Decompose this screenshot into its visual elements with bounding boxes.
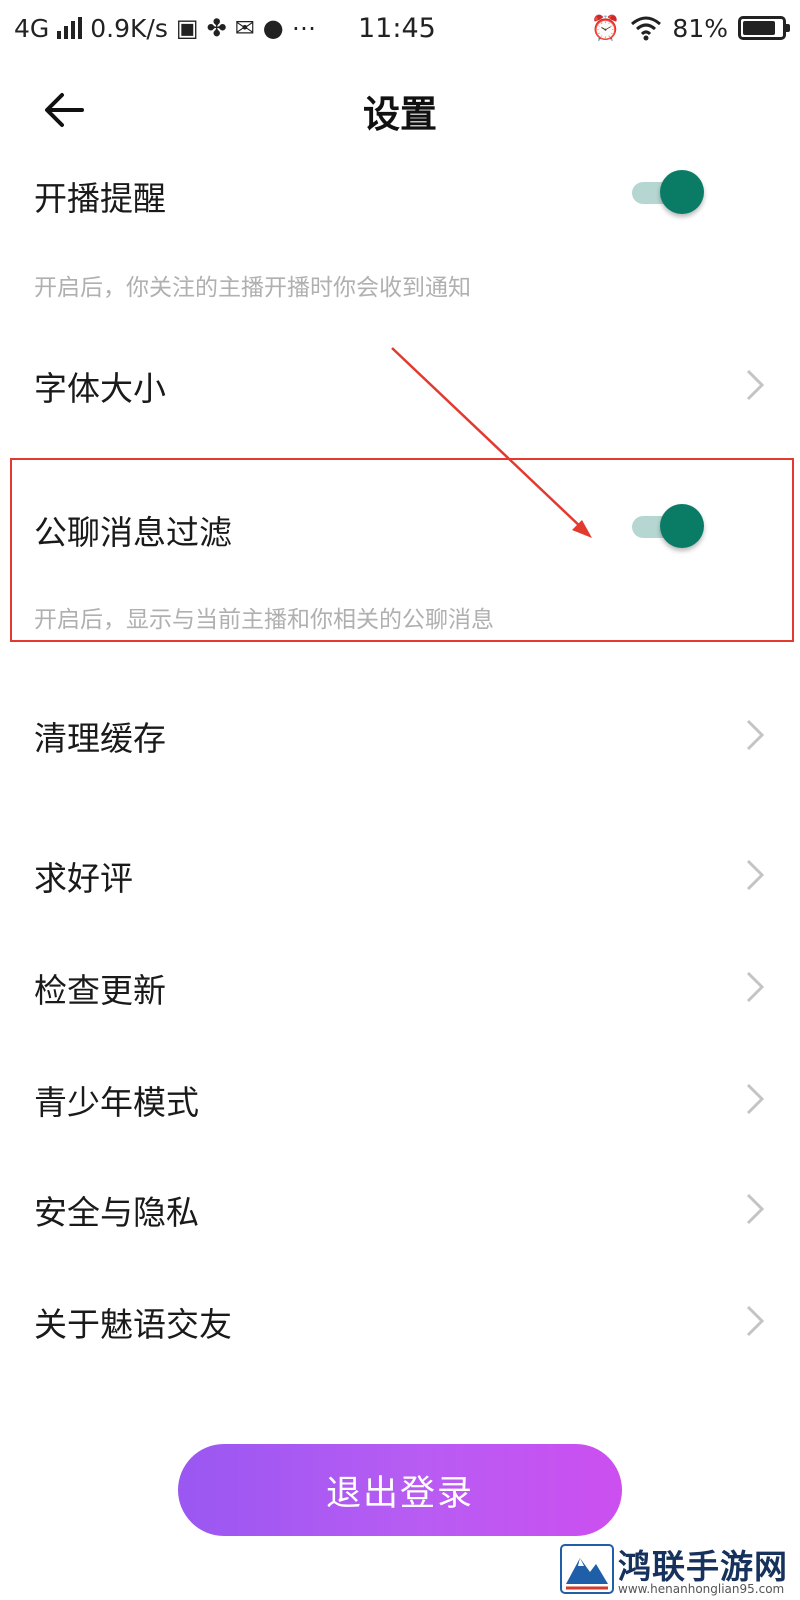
check-update-label: 检查更新 — [34, 971, 166, 1010]
network-type: 4G — [14, 13, 50, 43]
rate-us-label: 求好评 — [34, 859, 133, 898]
app-notification-icon: ▣ — [175, 14, 199, 42]
chevron-right-icon — [740, 855, 770, 895]
setting-font-size[interactable]: 字体大小 — [0, 340, 800, 430]
battery-icon — [738, 16, 790, 40]
planet-icon: ● — [262, 14, 284, 42]
wifi-icon — [631, 16, 662, 41]
header: 设置 — [0, 60, 800, 160]
signal-icon — [57, 17, 83, 39]
setting-live-reminder: 开播提醒 开启后，你关注的主播开播时你会收到通知 — [0, 160, 800, 310]
setting-about[interactable]: 关于魅语交友 — [0, 1276, 800, 1366]
message-icon: ✉ — [234, 14, 255, 42]
setting-clear-cache[interactable]: 清理缓存 — [0, 690, 800, 780]
status-bar-left: 4G 0.9K/s ▣ ✤ ✉ ● ⋯ — [14, 10, 316, 46]
battery-fill — [743, 21, 776, 35]
chevron-right-icon — [740, 1079, 770, 1119]
about-label: 关于魅语交友 — [34, 1305, 232, 1344]
alarm-icon: ⏰ — [590, 14, 621, 42]
annotation-highlight-box — [10, 458, 794, 642]
page-title: 设置 — [363, 93, 437, 136]
security-privacy-label: 安全与隐私 — [34, 1193, 199, 1232]
setting-check-update[interactable]: 检查更新 — [0, 942, 800, 1032]
live-reminder-description: 开启后，你关注的主播开播时你会收到通知 — [34, 275, 471, 301]
site-watermark: 鸿联手游网 www.henanhonglian95.com — [560, 1540, 796, 1598]
setting-rate-us[interactable]: 求好评 — [0, 830, 800, 920]
toggle-knob — [660, 170, 704, 214]
clear-cache-label: 清理缓存 — [34, 719, 166, 758]
status-bar-right: ⏰ 81% — [590, 10, 790, 46]
chevron-right-icon — [740, 967, 770, 1007]
battery-percent: 81% — [672, 13, 728, 43]
font-size-label: 字体大小 — [34, 369, 166, 408]
network-speed: 0.9K/s — [90, 13, 168, 43]
setting-security-privacy[interactable]: 安全与隐私 — [0, 1164, 800, 1254]
chevron-right-icon — [740, 1301, 770, 1341]
youth-mode-label: 青少年模式 — [34, 1083, 199, 1122]
more-notifications-icon: ⋯ — [291, 14, 316, 42]
chevron-right-icon — [740, 715, 770, 755]
clock: 11:45 — [358, 12, 436, 44]
chevron-right-icon — [740, 365, 770, 405]
logout-button[interactable]: 退出登录 — [178, 1444, 622, 1536]
watermark-logo-icon — [560, 1544, 614, 1594]
watermark-name: 鸿联手游网 — [618, 1547, 788, 1586]
live-reminder-label: 开播提醒 — [34, 179, 166, 218]
pinwheel-icon: ✤ — [206, 14, 227, 42]
watermark-url: www.henanhonglian95.com — [618, 1582, 785, 1596]
live-reminder-toggle[interactable] — [628, 170, 704, 214]
status-bar: 4G 0.9K/s ▣ ✤ ✉ ● ⋯ 11:45 ⏰ 81% — [0, 0, 800, 56]
setting-youth-mode[interactable]: 青少年模式 — [0, 1054, 800, 1144]
chevron-right-icon — [740, 1189, 770, 1229]
